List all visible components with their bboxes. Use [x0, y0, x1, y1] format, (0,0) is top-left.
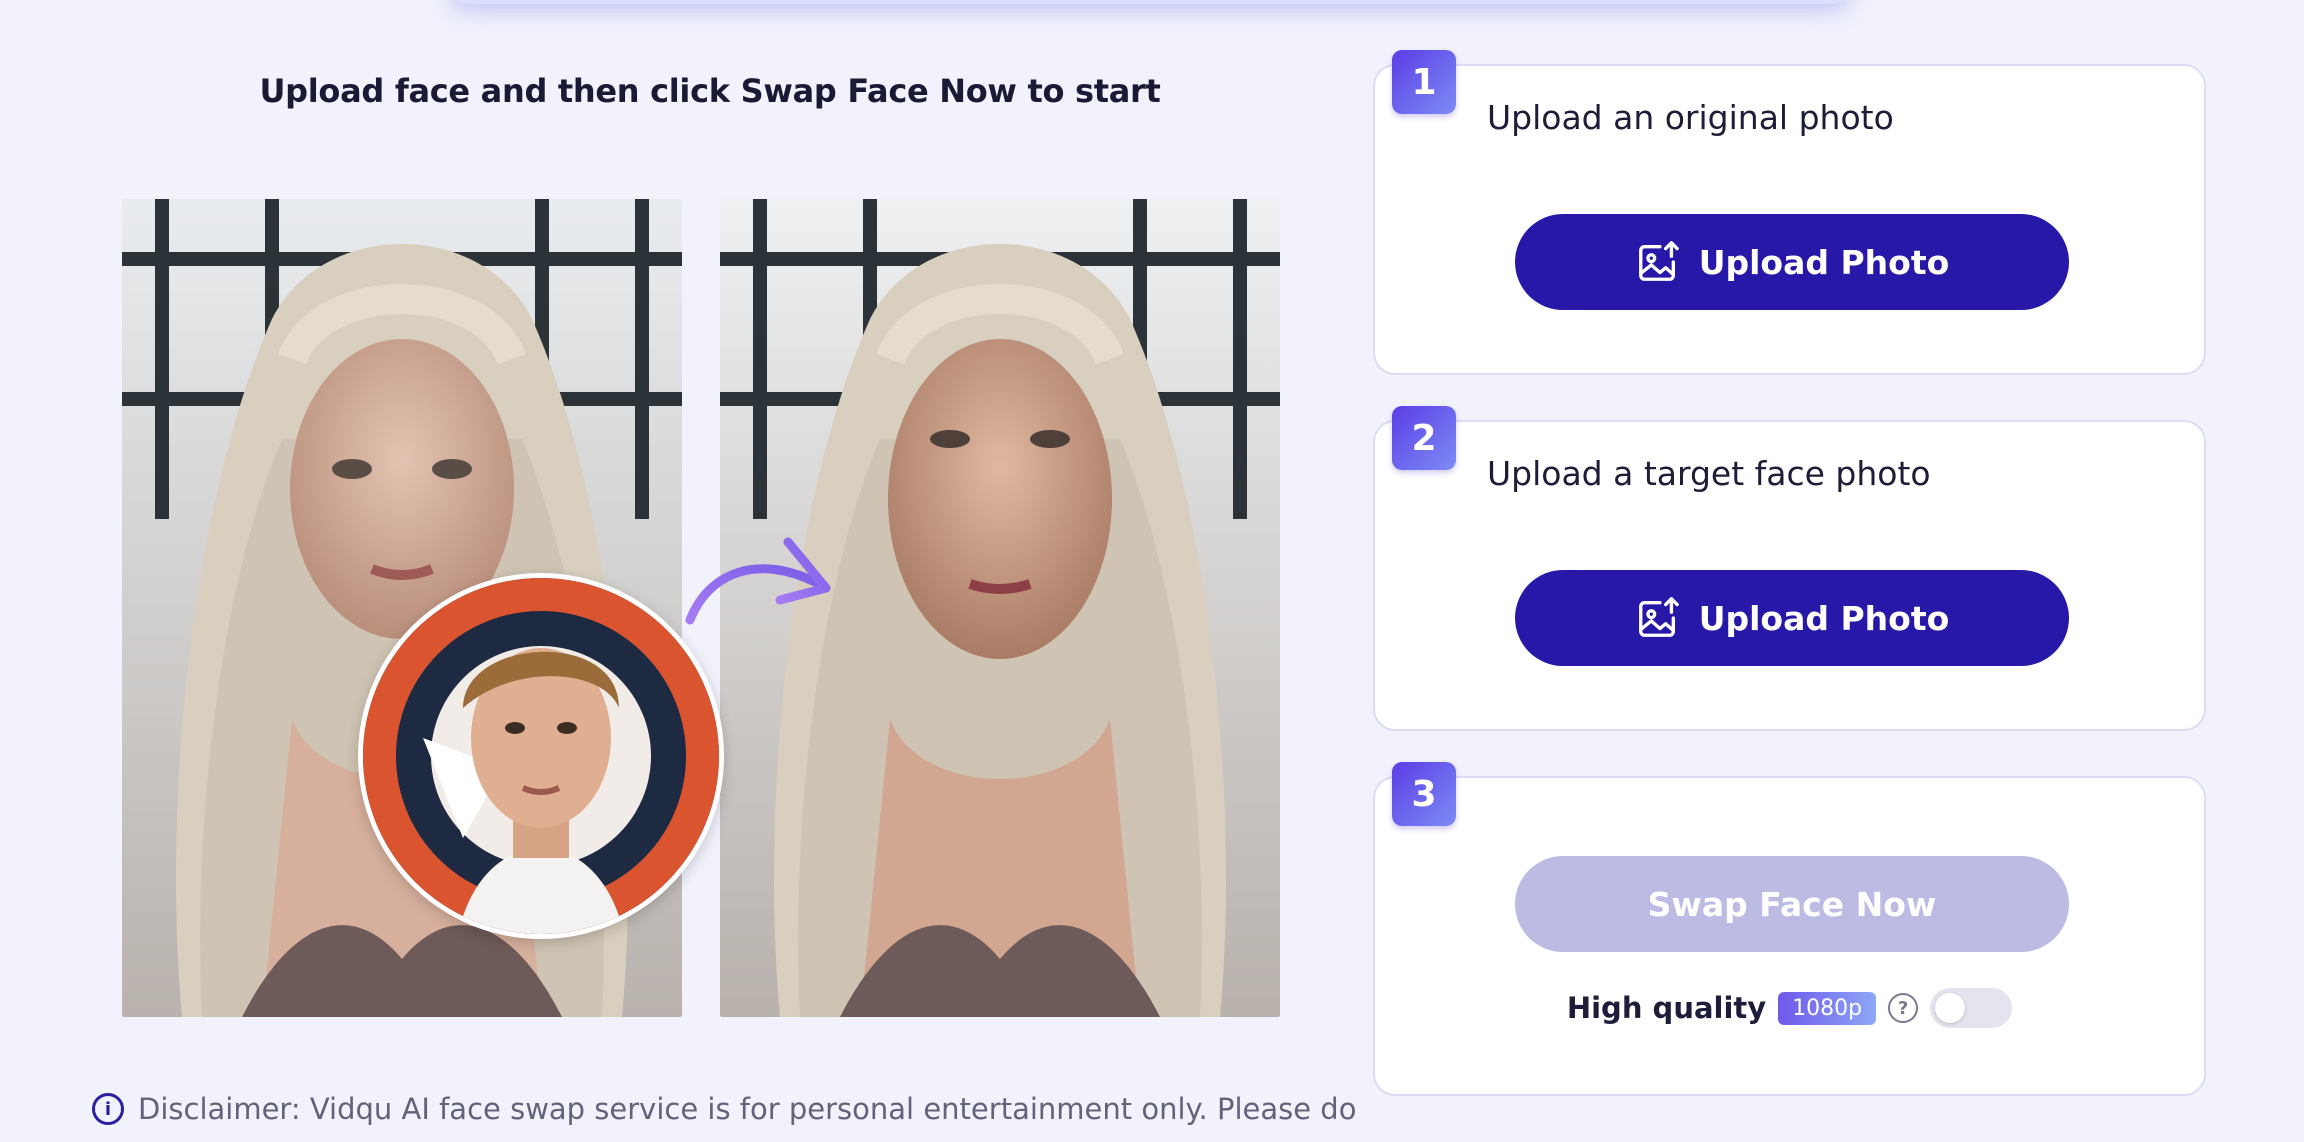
step-3-badge: 3 [1392, 762, 1456, 826]
step-1-title: Upload an original photo [1487, 98, 1894, 137]
high-quality-row: High quality 1080p ? [1375, 988, 2204, 1028]
swap-face-now-button[interactable]: Swap Face Now [1515, 856, 2069, 952]
info-icon: i [92, 1093, 124, 1125]
step-2-badge: 2 [1392, 406, 1456, 470]
image-upload-icon [1638, 597, 1679, 637]
high-quality-label: High quality [1566, 991, 1767, 1025]
upload-button-label: Upload Photo [1698, 598, 1950, 638]
page-heading: Upload face and then click Swap Face Now… [259, 72, 1161, 110]
upload-button-label: Upload Photo [1698, 242, 1950, 282]
target-face-preview [358, 573, 724, 939]
step-3-card: 3 Swap Face Now High quality 1080p ? [1373, 762, 2206, 1096]
step-2-title: Upload a target face photo [1487, 454, 1931, 493]
step-2-card: 2 Upload a target face photo Upload Phot… [1373, 406, 2206, 731]
top-banner-edge [450, 0, 1850, 4]
curved-arrow-icon [685, 537, 831, 625]
image-upload-icon [1638, 241, 1679, 281]
upload-original-photo-button[interactable]: Upload Photo [1515, 214, 2069, 310]
high-quality-toggle[interactable] [1930, 988, 2013, 1028]
disclaimer: i Disclaimer: Vidqu AI face swap service… [92, 1090, 1356, 1128]
upload-target-face-button[interactable]: Upload Photo [1515, 570, 2069, 666]
disclaimer-text: Disclaimer: Vidqu AI face swap service i… [138, 1092, 1357, 1126]
question-icon[interactable]: ? [1888, 993, 1919, 1023]
step-1-card: 1 Upload an original photo Upload Photo [1373, 50, 2206, 375]
toggle-knob [1935, 993, 1966, 1023]
resolution-badge: 1080p [1778, 991, 1877, 1025]
step-1-badge: 1 [1392, 50, 1456, 114]
face-swap-page: Upload face and then click Swap Face Now… [0, 0, 2304, 1142]
